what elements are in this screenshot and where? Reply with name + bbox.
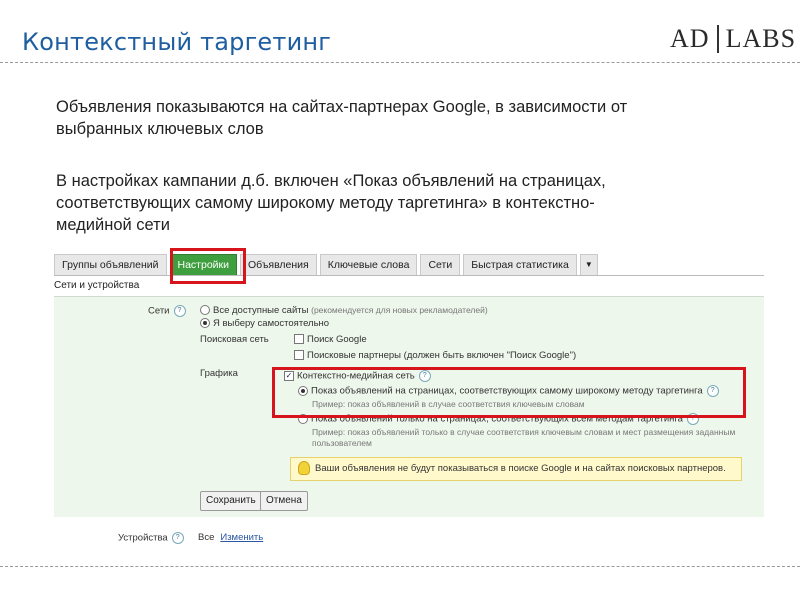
option-choose-manually-label: Я выберу самостоятельно bbox=[213, 318, 330, 329]
tab-keywords[interactable]: Ключевые слова bbox=[319, 254, 418, 276]
option-all-sites-label: Все доступные сайты bbox=[213, 305, 309, 316]
footer-divider bbox=[0, 566, 800, 567]
help-icon[interactable]: ? bbox=[171, 532, 184, 544]
search-network-label: Поисковая сеть bbox=[200, 334, 269, 345]
option-all-sites-hint: (рекомендуется для новых рекламодателей) bbox=[311, 305, 488, 315]
paragraph-1-line-2: выбранных ключевых слов bbox=[56, 120, 264, 138]
option-choose-manually[interactable]: Я выберу самостоятельно bbox=[200, 318, 329, 329]
checkbox-google-search[interactable] bbox=[294, 334, 304, 345]
tab-underline bbox=[54, 275, 764, 276]
help-icon[interactable]: ? bbox=[173, 305, 186, 317]
option-google-search-label: Поиск Google bbox=[307, 334, 367, 345]
devices-label: Устройства bbox=[118, 532, 168, 544]
paragraph-1: Объявления показываются на сайтах-партне… bbox=[56, 96, 627, 140]
networks-label: Сети? bbox=[148, 305, 186, 317]
logo-text-left: AD bbox=[670, 24, 710, 53]
option-search-partners-label: Поисковые партнеры bbox=[307, 350, 402, 361]
header-divider bbox=[0, 62, 800, 63]
devices-edit-link[interactable]: Изменить bbox=[220, 532, 263, 543]
save-button[interactable]: Сохранить bbox=[200, 491, 262, 511]
paragraph-2-line-1: В настройках кампании д.б. включен «Пока… bbox=[56, 172, 606, 190]
option-all-sites[interactable]: Все доступные сайты (рекомендуется для н… bbox=[200, 305, 488, 316]
tab-ad-groups[interactable]: Группы объявлений bbox=[54, 254, 167, 276]
logo-text-right: LABS bbox=[725, 24, 797, 53]
option-google-search[interactable]: Поиск Google bbox=[294, 334, 367, 345]
settings-tab-highlight bbox=[170, 248, 246, 284]
chevron-down-icon: ▼ bbox=[584, 260, 593, 269]
tab-bar: Группы объявлений Настройки Объявления К… bbox=[54, 254, 601, 276]
lightbulb-icon bbox=[298, 461, 310, 476]
devices-row: Устройства? Все Изменить bbox=[118, 532, 263, 544]
notice-text: Ваши объявления не будут показываться в … bbox=[315, 463, 726, 474]
tab-ads[interactable]: Объявления bbox=[240, 254, 317, 276]
specific-targeting-example-tail: пользователем bbox=[312, 438, 372, 448]
networks-label-text: Сети bbox=[148, 305, 170, 317]
cancel-button[interactable]: Отмена bbox=[260, 491, 308, 511]
devices-value-text: Все bbox=[198, 532, 215, 543]
paragraph-2: В настройках кампании д.б. включен «Пока… bbox=[56, 170, 606, 236]
tab-more-dropdown[interactable]: ▼ bbox=[579, 254, 598, 276]
option-search-partners[interactable]: Поисковые партнеры (должен быть включен … bbox=[294, 350, 576, 361]
tab-quick-stats[interactable]: Быстрая статистика bbox=[463, 254, 577, 276]
paragraph-1-line-1: Объявления показываются на сайтах-партне… bbox=[56, 98, 628, 116]
broad-targeting-highlight bbox=[272, 367, 746, 418]
notice-box: Ваши объявления не будут показываться в … bbox=[290, 457, 742, 481]
adlabs-logo: AD LABS bbox=[670, 24, 796, 54]
option-search-partners-hint: (должен быть включен "Поиск Google") bbox=[403, 350, 577, 361]
logo-divider bbox=[716, 25, 719, 53]
radio-choose-manually[interactable] bbox=[200, 318, 210, 329]
radio-all-sites[interactable] bbox=[200, 305, 210, 316]
specific-targeting-example: Пример: показ объявлений только в случае… bbox=[312, 427, 736, 437]
paragraph-2-line-2: соответствующих самому широкому методу т… bbox=[56, 194, 595, 212]
devices-value: Все Изменить bbox=[198, 532, 263, 543]
section-header: Сети и устройства bbox=[54, 280, 140, 291]
paragraph-2-line-3: медийной сети bbox=[56, 216, 170, 234]
slide-title: Контекстный таргетинг bbox=[22, 28, 332, 56]
checkbox-search-partners[interactable] bbox=[294, 350, 304, 361]
display-label: Графика bbox=[200, 368, 238, 379]
tab-networks[interactable]: Сети bbox=[420, 254, 461, 276]
